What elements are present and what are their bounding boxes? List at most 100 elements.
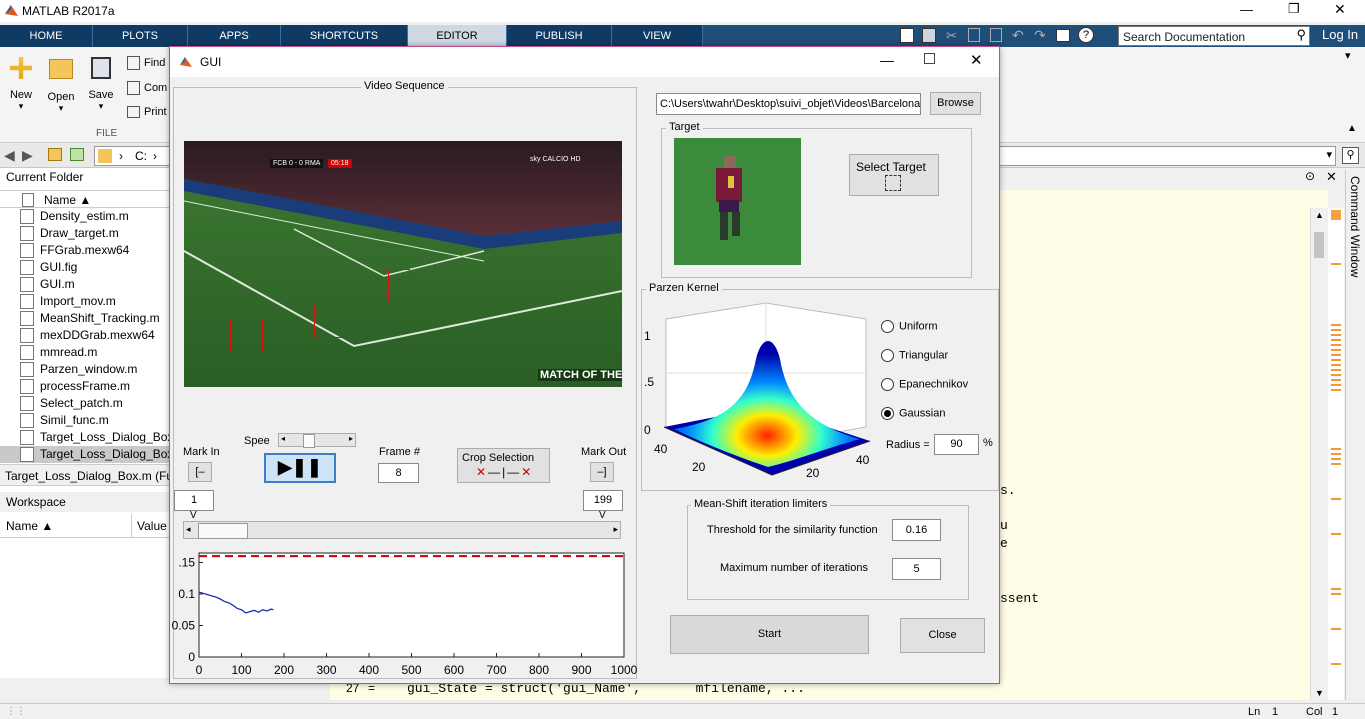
editor-area[interactable]: s. u e ssent (1000, 190, 1328, 690)
frame-slider-thumb[interactable] (198, 523, 248, 539)
cut-icon[interactable]: ✂ (946, 28, 957, 44)
new-button[interactable]: New ▾ (6, 57, 36, 112)
file-list-item[interactable]: FFGrab.mexw64 (20, 242, 129, 259)
editor-scrollbar[interactable]: ▲ ▼ (1310, 208, 1328, 700)
paste-icon[interactable] (990, 28, 1002, 42)
mark-in-button[interactable]: [– (188, 462, 212, 482)
file-list-item[interactable]: mmread.m (20, 344, 97, 361)
mark-in-field[interactable]: 1 (174, 490, 214, 511)
compare-button[interactable]: Com (127, 81, 167, 95)
radius-field[interactable]: 90 (934, 434, 979, 455)
path-separator-2: › (153, 149, 157, 163)
file-list-item[interactable]: MeanShift_Tracking.m (20, 310, 160, 327)
switch-windows-icon[interactable] (1056, 29, 1070, 42)
search-input[interactable]: Search Documentation (1123, 30, 1245, 44)
file-list-item[interactable]: processFrame.m (20, 378, 130, 395)
command-window-collapsed[interactable]: Command Window (1345, 170, 1365, 700)
browse-folder-icon[interactable] (70, 148, 84, 161)
speed-slider-thumb[interactable] (303, 434, 315, 448)
copy-icon[interactable] (968, 28, 980, 42)
tab-apps[interactable]: APPS (188, 25, 281, 47)
radio-dot[interactable] (881, 320, 894, 333)
close-button-gui[interactable]: Close (900, 618, 985, 653)
help-icon[interactable]: ? (1078, 27, 1094, 43)
collapse-ribbon-icon[interactable]: ▲ (1347, 123, 1357, 134)
up-folder-icon[interactable] (48, 148, 62, 161)
file-list-item[interactable]: GUI.m (20, 276, 75, 293)
file-list-item[interactable]: Import_mov.m (20, 293, 116, 310)
tab-shortcuts[interactable]: SHORTCUTS (281, 25, 408, 47)
tab-publish[interactable]: PUBLISH (507, 25, 612, 47)
mark-out-button[interactable]: –] (590, 462, 614, 482)
path-dropdown-icon[interactable]: ▾ (1326, 148, 1332, 161)
start-button[interactable]: Start (670, 615, 869, 654)
find-files-button[interactable]: Find (127, 56, 165, 70)
file-list-item[interactable]: GUI.fig (20, 259, 77, 276)
browse-button[interactable]: Browse (930, 92, 981, 115)
back-icon[interactable]: ◀ (4, 147, 15, 164)
tab-view[interactable]: VIEW (612, 25, 703, 47)
code-analyzer-bar[interactable] (1328, 208, 1344, 700)
mark-out-field[interactable]: 199 (583, 490, 623, 511)
file-list-item[interactable]: Parzen_window.m (20, 361, 137, 378)
gui-maximize-button[interactable] (924, 53, 935, 64)
play-pause-button[interactable]: ▶❚❚ (264, 453, 336, 483)
select-target-button[interactable]: Select Target (849, 154, 939, 196)
search-folder-icon[interactable]: ⚲ (1342, 147, 1359, 164)
tab-home[interactable]: HOME (0, 25, 93, 47)
undo-icon[interactable]: ↶ (1012, 27, 1024, 44)
editor-close-icon[interactable]: ✕ (1326, 169, 1337, 185)
login-link[interactable]: Log In (1322, 27, 1358, 42)
search-icon[interactable]: ⚲ (1296, 27, 1306, 43)
kernel-radio-uniform[interactable]: Uniform (881, 320, 938, 333)
file-list-item[interactable]: Draw_target.m (20, 225, 119, 242)
radio-dot[interactable] (881, 378, 894, 391)
tab-editor[interactable]: EDITOR (408, 25, 507, 47)
x-tick-label: 600 (444, 663, 464, 677)
file-list-item[interactable]: Density_estim.m (20, 208, 129, 225)
search-documentation[interactable]: Search Documentation ⚲ (1118, 26, 1310, 46)
file-list-item[interactable]: Simil_func.m (20, 412, 109, 429)
x-tick-label: 700 (486, 663, 506, 677)
kernel-radio-epanechnikov[interactable]: Epanechnikov (881, 378, 968, 391)
ribbon-options-icon[interactable]: ▾ (1345, 49, 1351, 62)
file-list-item[interactable]: Select_patch.m (20, 395, 123, 412)
workspace-col-name[interactable]: Name ▲ (6, 519, 53, 533)
maximize-button[interactable]: ❐ (1288, 1, 1300, 17)
threshold-field[interactable]: 0.16 (892, 519, 941, 541)
kernel-radio-triangular[interactable]: Triangular (881, 349, 948, 362)
max-iterations-field[interactable]: 5 (892, 558, 941, 580)
file-list-item[interactable]: Target_Loss_Dialog_Box. (0, 446, 177, 463)
video-path-field[interactable]: C:\Users\twahr\Desktop\suivi_objet\Video… (656, 93, 921, 115)
speed-slider[interactable]: ◂ ▸ (278, 433, 356, 448)
z-tick-0: 0 (644, 423, 651, 437)
file-list-item[interactable]: Target_Loss_Dialog_Box.: (20, 429, 180, 446)
command-window-label[interactable]: Command Window (1348, 176, 1362, 277)
frame-field[interactable]: 8 (378, 463, 419, 483)
save-icon[interactable] (922, 28, 936, 43)
close-button[interactable]: ✕ (1334, 1, 1346, 18)
file-list-item[interactable]: mexDDGrab.mexw64 (20, 327, 155, 344)
kernel-radio-gaussian[interactable]: Gaussian (881, 407, 945, 420)
file-name: Simil_func.m (40, 413, 109, 427)
print-button[interactable]: Print (127, 106, 167, 119)
gui-minimize-button[interactable]: — (880, 52, 894, 68)
editor-menu-icon[interactable]: ⊙ (1305, 169, 1315, 183)
workspace-col-value[interactable]: Value (137, 519, 167, 533)
minimize-button[interactable]: — (1240, 2, 1253, 17)
forward-icon[interactable]: ▶ (22, 147, 33, 164)
path-drive[interactable]: C: (135, 149, 147, 163)
crop-selection-button[interactable]: Crop Selection ✕—|—✕ (457, 448, 550, 483)
save-button[interactable]: Save ▾ (84, 57, 118, 112)
open-button[interactable]: Open ▾ (44, 57, 78, 114)
new-file-icon[interactable] (900, 28, 914, 43)
column-header-name[interactable]: Name ▲ (0, 190, 170, 208)
compare-label: Com (144, 81, 168, 94)
tab-plots[interactable]: PLOTS (93, 25, 188, 47)
frame-slider[interactable]: ◂ ▸ (183, 521, 621, 539)
redo-icon[interactable]: ↷ (1034, 27, 1046, 44)
radio-dot[interactable] (881, 349, 894, 362)
score-overlay: FCB 0 - 0 RMA (270, 159, 324, 168)
radio-dot[interactable] (881, 407, 894, 420)
gui-close-button[interactable]: ✕ (970, 51, 983, 69)
